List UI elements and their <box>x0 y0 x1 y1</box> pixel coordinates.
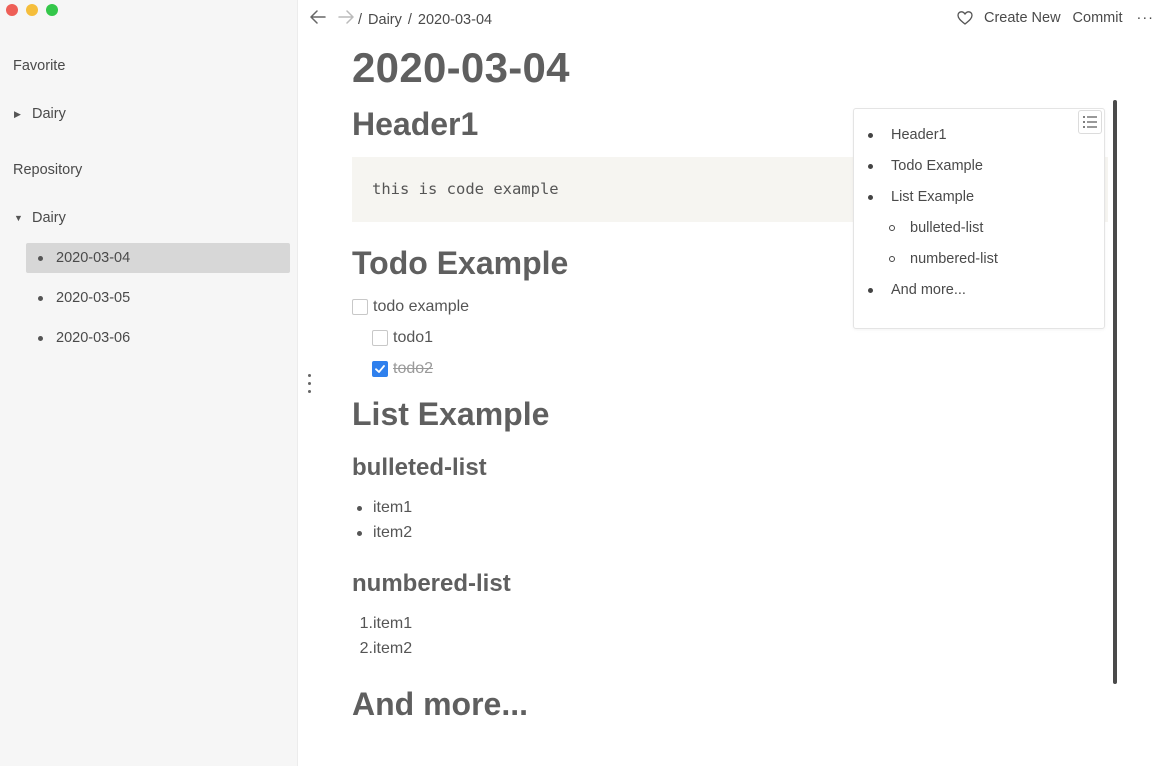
bullet-icon <box>38 255 43 261</box>
todo-label: todo1 <box>393 329 434 346</box>
favorite-item-dairy[interactable]: ▶ Dairy <box>0 99 298 129</box>
toc-item[interactable]: Header1 <box>868 127 947 143</box>
toc-item[interactable]: And more... <box>868 282 966 298</box>
toolbar-actions: Create New Commit ··· <box>957 10 1154 26</box>
breadcrumb: / Dairy / 2020-03-04 <box>358 12 498 28</box>
caret-right-icon[interactable]: ▶ <box>14 109 32 120</box>
list-item[interactable]: item1 <box>352 499 412 517</box>
bullet-icon <box>868 132 873 138</box>
toc-item[interactable]: bulleted-list <box>889 220 983 236</box>
more-options-icon[interactable]: ··· <box>1137 10 1155 26</box>
breadcrumb-item-dairy[interactable]: Dairy <box>368 12 402 28</box>
repository-section-title: Repository <box>13 162 83 178</box>
toc-item-label: List Example <box>891 189 975 205</box>
window-controls <box>6 4 58 16</box>
top-bar: / Dairy / 2020-03-04 Create New Commit ·… <box>298 0 1168 38</box>
todo-checkbox[interactable] <box>372 330 388 346</box>
close-window-icon[interactable] <box>6 4 18 16</box>
bullet-icon <box>357 505 362 511</box>
repository-item-dairy[interactable]: ▼ Dairy <box>0 203 298 233</box>
toc-item[interactable]: numbered-list <box>889 251 998 267</box>
toc-item[interactable]: Todo Example <box>868 158 983 174</box>
todo-label: todo2 <box>393 360 434 377</box>
tree-item-label: Dairy <box>32 210 66 226</box>
list-item-text: item1 <box>373 499 413 516</box>
bullet-icon <box>868 163 873 169</box>
maximize-window-icon[interactable] <box>46 4 58 16</box>
breadcrumb-separator: / <box>407 12 412 28</box>
hollow-bullet-icon <box>889 225 895 231</box>
heading-bulleted-list[interactable]: bulleted-list <box>352 454 487 482</box>
list-item[interactable]: 1. item1 <box>352 615 412 633</box>
bullet-icon <box>357 530 362 536</box>
bullet-icon <box>38 295 43 301</box>
bullet-icon <box>868 194 873 200</box>
toc-item-label: bulleted-list <box>910 220 984 236</box>
heading-list-example[interactable]: List Example <box>352 396 549 433</box>
toc-item-label: And more... <box>891 282 966 298</box>
heading-todo-example[interactable]: Todo Example <box>352 245 568 282</box>
scrollbar[interactable] <box>1113 100 1117 684</box>
bullet-icon <box>868 287 873 293</box>
toc-item-label: Header1 <box>891 127 947 143</box>
file-label: 2020-03-05 <box>56 290 131 306</box>
bullet-icon <box>38 335 43 341</box>
favorite-section-title: Favorite <box>13 58 66 74</box>
back-arrow-icon[interactable] <box>310 9 326 29</box>
heading-header1[interactable]: Header1 <box>352 106 478 143</box>
forward-arrow-icon[interactable] <box>338 9 354 29</box>
list-item-text: item2 <box>373 524 413 541</box>
file-item-2020-03-06[interactable]: 2020-03-06 <box>26 323 290 353</box>
list-item-text: item1 <box>373 615 413 632</box>
toc-item-label: Todo Example <box>891 158 983 174</box>
todo-checkbox-checked[interactable] <box>372 361 388 377</box>
minimize-window-icon[interactable] <box>26 4 38 16</box>
tree-item-label: Dairy <box>32 106 66 122</box>
drag-handle-icon[interactable] <box>308 374 311 393</box>
todo-item[interactable]: todo2 <box>372 360 433 378</box>
todo-item[interactable]: todo example <box>352 298 469 316</box>
list-number: 2. <box>359 640 373 657</box>
file-label: 2020-03-06 <box>56 330 131 346</box>
create-new-button[interactable]: Create New <box>984 10 1061 26</box>
toc-list-icon[interactable] <box>1078 110 1102 134</box>
file-item-2020-03-05[interactable]: 2020-03-05 <box>26 283 290 313</box>
todo-checkbox[interactable] <box>352 299 368 315</box>
todo-label: todo example <box>373 298 470 315</box>
file-label: 2020-03-04 <box>56 250 131 266</box>
document-title[interactable]: 2020-03-04 <box>352 44 570 92</box>
toc-item-label: numbered-list <box>910 251 998 267</box>
checkmark-icon <box>375 365 385 373</box>
code-text: this is code example <box>372 180 559 198</box>
toc-item[interactable]: List Example <box>868 189 974 205</box>
list-item[interactable]: item2 <box>352 524 412 542</box>
breadcrumb-separator: / <box>358 12 363 28</box>
list-number: 1. <box>359 615 373 632</box>
file-item-2020-03-04[interactable]: 2020-03-04 <box>26 243 290 273</box>
list-item-text: item2 <box>373 640 413 657</box>
heading-and-more[interactable]: And more... <box>352 686 528 723</box>
todo-item[interactable]: todo1 <box>372 329 433 347</box>
heading-numbered-list[interactable]: numbered-list <box>352 570 511 598</box>
sidebar: Favorite ▶ Dairy Repository ▼ Dairy 2020… <box>0 0 298 766</box>
commit-button[interactable]: Commit <box>1073 10 1123 26</box>
hollow-bullet-icon <box>889 256 895 262</box>
caret-down-icon[interactable]: ▼ <box>14 213 32 223</box>
heart-icon[interactable] <box>957 10 973 26</box>
breadcrumb-item-current[interactable]: 2020-03-04 <box>418 12 492 28</box>
table-of-contents: Header1 Todo Example List Example bullet… <box>853 108 1105 329</box>
list-item[interactable]: 2. item2 <box>352 640 412 658</box>
